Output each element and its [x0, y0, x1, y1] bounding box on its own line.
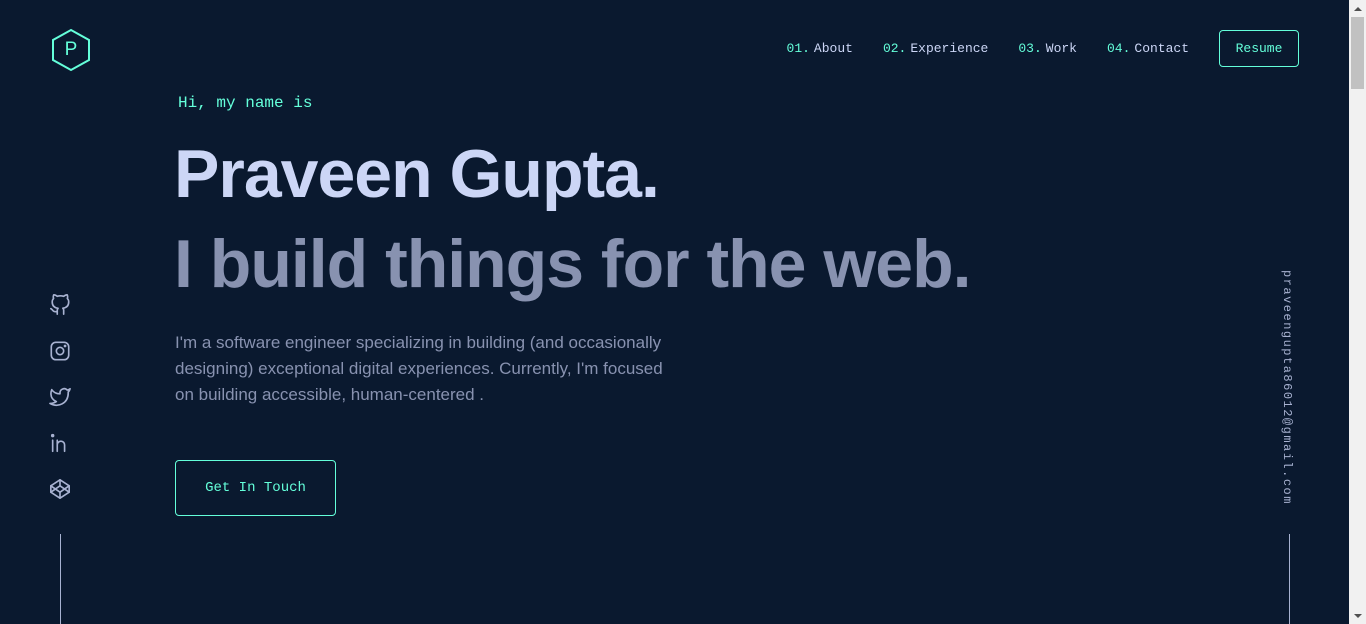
main-nav: 01. About 02. Experience 03. Work 04. Contac…	[787, 30, 1299, 67]
github-icon	[50, 294, 70, 315]
nav-number: 04.	[1106, 41, 1131, 56]
nav-number: 02.	[882, 41, 907, 56]
scroll-up-arrow-icon[interactable]	[1349, 0, 1366, 17]
scroll-down-arrow-icon[interactable]	[1349, 607, 1366, 624]
hero-name: Praveen Gupta.	[174, 136, 660, 212]
hero-description: I'm a software engineer specializing in …	[175, 333, 663, 404]
left-divider-line	[60, 534, 61, 624]
linkedin-icon	[50, 433, 66, 453]
nav-label: Work	[1045, 41, 1077, 56]
page: P 01. About 02. Experience 03. Work 04. Cont…	[0, 0, 1349, 624]
email-link[interactable]: praveengupta86012@gmail.com	[1280, 270, 1294, 505]
nav-number: 01.	[786, 41, 810, 56]
nav-item-about[interactable]: 01. About	[787, 41, 853, 56]
right-divider-line	[1289, 534, 1290, 624]
twitter-link[interactable]	[49, 386, 71, 408]
nav-label: Experience	[910, 41, 989, 56]
nav-label: Contact	[1134, 41, 1189, 56]
hero-greeting: Hi, my name is	[178, 94, 313, 112]
logo-letter: P	[64, 39, 78, 60]
twitter-icon	[49, 387, 71, 407]
instagram-link[interactable]	[49, 340, 71, 362]
nav-item-experience[interactable]: 02. Experience	[883, 41, 988, 56]
nav-item-work[interactable]: 03. Work	[1018, 41, 1077, 56]
vertical-scrollbar[interactable]	[1349, 0, 1366, 624]
hero-tagline: I build things for the web.	[174, 226, 972, 302]
nav-label: About	[813, 41, 853, 56]
github-link[interactable]	[49, 294, 71, 316]
get-in-touch-button[interactable]: Get In Touch	[175, 460, 336, 516]
codepen-icon	[50, 479, 70, 499]
codepen-link[interactable]	[49, 478, 71, 500]
scrollbar-thumb[interactable]	[1351, 17, 1364, 89]
nav-item-contact[interactable]: 04. Contact	[1107, 41, 1189, 56]
nav-number: 03.	[1018, 41, 1042, 56]
linkedin-link[interactable]	[49, 432, 71, 454]
logo[interactable]: P	[50, 28, 92, 72]
instagram-icon	[50, 341, 70, 361]
social-links	[49, 294, 71, 524]
resume-button[interactable]: Resume	[1219, 30, 1299, 67]
